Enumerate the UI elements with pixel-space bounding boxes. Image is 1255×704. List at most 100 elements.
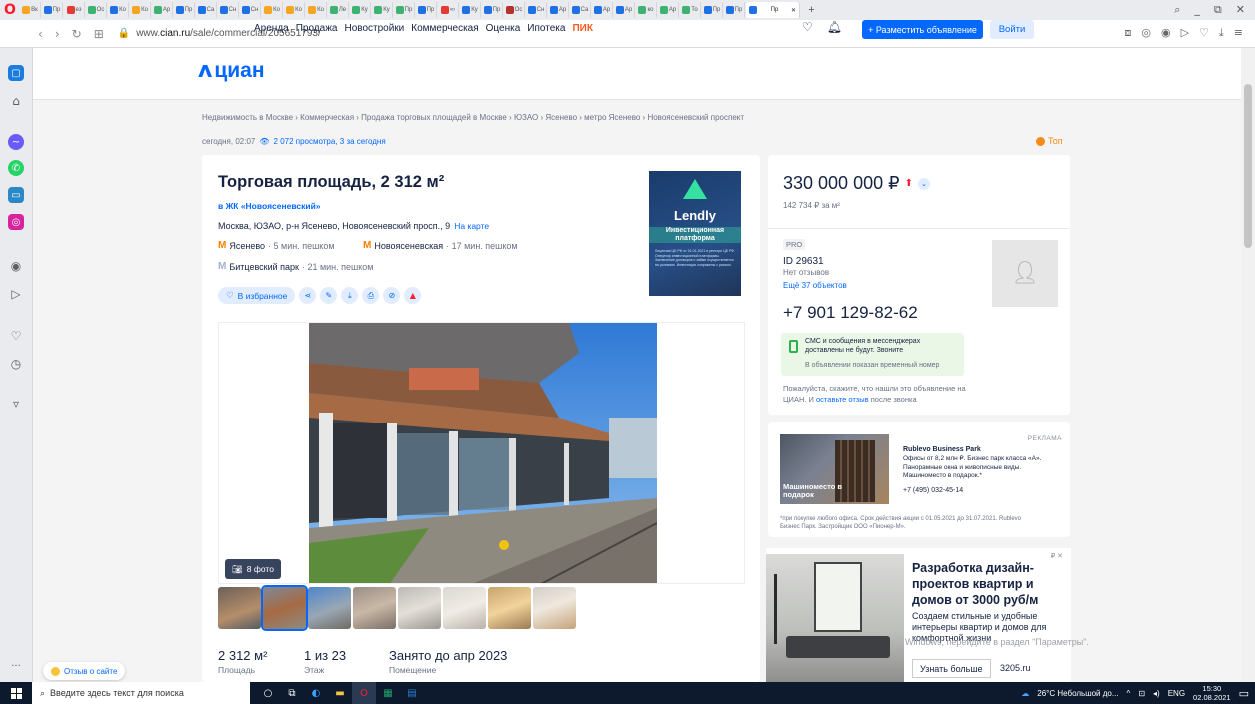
back-icon[interactable]: ‹	[38, 27, 43, 41]
photo-thumbnail[interactable]	[261, 585, 308, 631]
browser-tab[interactable]: «›	[438, 2, 459, 18]
close-window-icon[interactable]: ✕	[1236, 3, 1245, 17]
excel-icon[interactable]: ▦	[376, 682, 400, 704]
browser-tab[interactable]: Пр	[724, 2, 745, 18]
camera-icon[interactable]: ◎	[1141, 26, 1151, 40]
top-badge[interactable]: Топ	[1036, 136, 1063, 146]
chevron-down-icon[interactable]: ⌄	[917, 177, 930, 190]
more-objects-link[interactable]: Ещё 37 объектов	[783, 281, 847, 290]
browser-tab[interactable]: Ко	[284, 2, 305, 18]
edge-icon[interactable]: ◐	[304, 682, 328, 704]
maximize-icon[interactable]: ⧉	[1214, 3, 1222, 17]
metro-station[interactable]: M Новоясеневская · 17 мин. пешком	[363, 240, 518, 251]
language-indicator[interactable]: ENG	[1168, 689, 1185, 698]
phone-number[interactable]: +7 901 129-82-62	[783, 303, 918, 323]
speed-dial-sidebar-icon[interactable]: ▢	[8, 65, 24, 81]
messenger-icon[interactable]: ~	[8, 134, 24, 150]
browser-tab[interactable]: Ко	[130, 2, 151, 18]
opera-logo-icon[interactable]: O	[0, 0, 20, 20]
map-link[interactable]: На карте	[454, 221, 489, 231]
history-icon[interactable]: ◷	[8, 356, 24, 372]
speed-dial-icon[interactable]: ⊞	[94, 27, 104, 41]
browser-tab[interactable]: Ко	[306, 2, 327, 18]
price-up-arrow-icon[interactable]: ⬆	[905, 178, 913, 189]
complex-link[interactable]: в ЖК «Новоясеневский»	[218, 201, 321, 211]
metro-station[interactable]: M Ясенево · 5 мин. пешком	[218, 240, 335, 251]
task-view-icon[interactable]: ⧉	[280, 682, 304, 704]
word-icon[interactable]: ▤	[400, 682, 424, 704]
favorites-heart-icon[interactable]: ♡	[802, 20, 813, 34]
print-icon[interactable]: ⎙	[362, 287, 380, 304]
share-icon[interactable]: ⋖	[299, 287, 317, 304]
tray-chevron-icon[interactable]: ^	[1127, 689, 1131, 698]
browser-tab[interactable]: Ле	[328, 2, 349, 18]
post-ad-button[interactable]: + Разместить объявление	[862, 20, 983, 39]
screenshot-icon[interactable]: ⧈	[1124, 26, 1131, 40]
browser-tab[interactable]: Сн	[240, 2, 261, 18]
browser-tab[interactable]: Ар	[614, 2, 635, 18]
browser-tab[interactable]: Ко	[108, 2, 129, 18]
whatsapp-icon[interactable]: ✆	[8, 160, 24, 176]
browser-tab[interactable]: Сн	[218, 2, 239, 18]
learn-more-button[interactable]: Узнать больше	[912, 659, 991, 678]
favorites-sidebar-icon[interactable]: ♡	[8, 328, 24, 344]
more-sidebar-icon[interactable]: ···	[8, 658, 24, 674]
photo-thumbnail[interactable]	[488, 587, 531, 629]
breadcrumb[interactable]: Недвижимость в Москве › Коммерческая › П…	[202, 113, 744, 122]
photo-count-button[interactable]: 📷︎ 8 фото	[225, 559, 281, 579]
photo-thumbnail[interactable]	[533, 587, 576, 629]
cian-logo[interactable]: ᴧ циан	[198, 58, 265, 83]
complaint-warning-icon[interactable]: ▲	[404, 287, 422, 304]
instagram-icon[interactable]: ◎	[8, 214, 24, 230]
browser-tab[interactable]: Вк	[20, 2, 41, 18]
close-tab-icon[interactable]: ✕	[791, 7, 796, 14]
taskbar-search[interactable]: ⌕ Введите здесь текст для поиска	[32, 682, 250, 704]
active-browser-tab[interactable]: Пр ✕	[746, 2, 800, 18]
browser-tab[interactable]: Са	[196, 2, 217, 18]
network-icon[interactable]: ⊡	[1138, 689, 1145, 698]
note-pencil-icon[interactable]: ✎	[320, 287, 338, 304]
agent-id[interactable]: ID 29631	[783, 256, 824, 267]
design-ad-domain[interactable]: 3205.ru	[1000, 663, 1031, 673]
photo-thumbnail[interactable]	[398, 587, 441, 629]
add-to-favorites-button[interactable]: ♡ В избранное	[218, 287, 296, 304]
browser-tab[interactable]: Пр	[394, 2, 415, 18]
windows-start-button[interactable]	[0, 682, 32, 704]
menu-icon[interactable]: ≡	[1234, 26, 1243, 40]
new-tab-button[interactable]: +	[801, 2, 822, 18]
login-button[interactable]: Войти	[990, 20, 1034, 39]
browser-tab[interactable]: ез	[64, 2, 85, 18]
browser-tab[interactable]: Ко	[262, 2, 283, 18]
forward-icon[interactable]: ›	[55, 27, 60, 41]
player-icon[interactable]: ◉	[8, 258, 24, 274]
reload-icon[interactable]: ↻	[72, 27, 82, 41]
home-sidebar-icon[interactable]: ⌂	[8, 93, 24, 109]
notifications-bell-icon[interactable]: 🔔︎	[827, 20, 842, 34]
browser-tab[interactable]: Ар	[548, 2, 569, 18]
browser-tab[interactable]: Ку	[350, 2, 371, 18]
leave-review-link[interactable]: оставьте отзыв	[816, 395, 869, 404]
browser-tab[interactable]: Ар	[592, 2, 613, 18]
heart-icon[interactable]: ♡	[1199, 26, 1209, 40]
photo-thumbnail[interactable]	[308, 587, 351, 629]
page-scrollbar[interactable]	[1241, 48, 1255, 682]
photo-thumbnail[interactable]	[218, 587, 261, 629]
download-icon[interactable]: ⤓	[1219, 26, 1224, 40]
notifications-icon[interactable]: ▭	[1239, 687, 1249, 700]
nav-valuation[interactable]: Оценка	[486, 23, 521, 34]
vk-messenger-icon[interactable]: ▭	[8, 187, 24, 203]
views-count[interactable]: 2 072 просмотра, 3 за сегодня	[274, 137, 386, 146]
browser-tab[interactable]: Сн	[526, 2, 547, 18]
browser-tab[interactable]: Ос	[504, 2, 525, 18]
opera-taskbar-icon[interactable]: O	[352, 682, 376, 704]
clock[interactable]: 15:30 02.08.2021	[1193, 684, 1231, 702]
weather-text[interactable]: 26°C Небольшой до...	[1037, 689, 1118, 698]
main-photo[interactable]	[218, 322, 745, 584]
lendly-ad[interactable]: Lendly Инвестиционная платформа Лицензия…	[649, 171, 741, 296]
browser-tab[interactable]: Пр	[42, 2, 63, 18]
browser-tab[interactable]: То	[680, 2, 701, 18]
browser-tab[interactable]: Пр	[702, 2, 723, 18]
nav-pik[interactable]: ПИК	[572, 23, 592, 34]
browser-tab[interactable]: Пр	[416, 2, 437, 18]
file-explorer-icon[interactable]: ▬	[328, 682, 352, 704]
